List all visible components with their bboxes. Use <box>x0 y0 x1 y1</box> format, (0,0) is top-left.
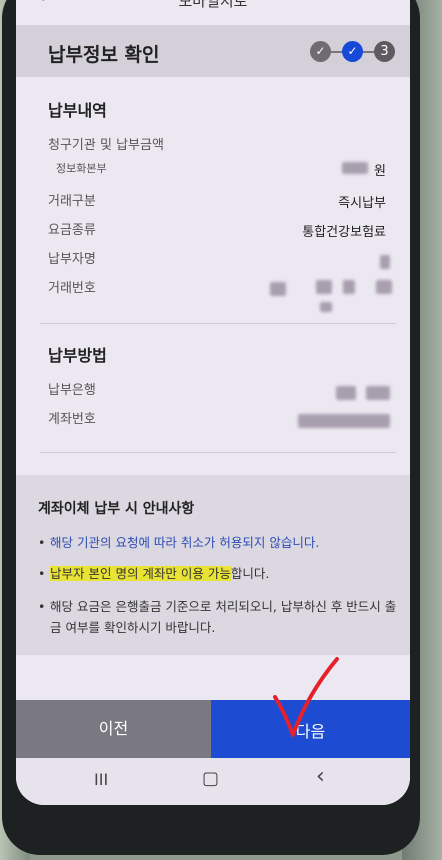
screen: ← 모바일지로 납부정보 확인 ✓ ✓ 3 납부내역 청구기관 및 납부금액 정… <box>16 0 410 805</box>
masked-amount <box>342 162 368 174</box>
payment-method-title: 납부방법 <box>48 346 107 365</box>
home-icon[interactable]: ▢ <box>202 768 219 789</box>
transaction-type-value: 즉시납부 <box>338 196 386 211</box>
notice-item-2: • 납부자 본인 명의 계좌만 이용 가능합니다. <box>38 563 398 584</box>
row-label-transaction-no: 거래번호 <box>48 281 96 296</box>
notice-title: 계좌이체 납부 시 안내사항 <box>38 501 195 517</box>
payment-details-title: 납부내역 <box>48 101 107 120</box>
bullet-icon: • <box>38 535 46 550</box>
app-title: 모바일지로 <box>178 0 248 10</box>
row-label-transaction-type: 거래구분 <box>48 194 96 209</box>
masked-bank-1 <box>336 386 356 400</box>
masked-payer-name <box>380 255 390 269</box>
masked-transaction-no-2 <box>316 280 332 294</box>
notice-item-1: • 해당 기관의 요청에 따라 취소가 허용되지 않습니다. <box>38 532 398 553</box>
page-title: 납부정보 확인 <box>48 44 160 66</box>
row-label-fee-type: 요금종류 <box>48 223 96 238</box>
row-label-account-no: 계좌번호 <box>48 412 96 427</box>
masked-transaction-no-3 <box>343 280 355 294</box>
stepper: ✓ ✓ 3 <box>310 41 396 63</box>
app-bar: ← 모바일지로 <box>16 0 410 20</box>
masked-bank-2 <box>366 386 390 400</box>
masked-account-no <box>298 414 390 428</box>
red-checkmark-annotation <box>273 657 339 737</box>
masked-transaction-no-4 <box>376 280 392 294</box>
step-2-check-icon: ✓ <box>342 41 363 62</box>
highlighted-text: 납부자 본인 명의 계좌만 이용 가능 <box>50 566 231 581</box>
prev-button[interactable]: 이전 <box>16 700 211 758</box>
title-bar: 납부정보 확인 ✓ ✓ 3 <box>16 25 410 77</box>
bullet-icon: • <box>38 566 46 581</box>
row-label-institution: 청구기관 및 납부금액 <box>48 138 164 153</box>
notice-item-3: • 해당 요금은 은행출금 기준으로 처리되오니, 납부하신 후 반드시 출금 여… <box>38 596 398 638</box>
step-3: 3 <box>374 41 395 62</box>
system-navbar: III ▢ ‹ <box>16 758 410 805</box>
step-1-check-icon: ✓ <box>310 41 331 62</box>
bottom-buttons: 이전 다음 <box>16 700 410 758</box>
bullet-icon: • <box>38 599 46 614</box>
masked-transaction-no-5 <box>320 302 332 312</box>
fee-type-value: 통합건강보험료 <box>302 225 386 240</box>
notice-box: 계좌이체 납부 시 안내사항 • 해당 기관의 요청에 따라 취소가 허용되지 않… <box>16 475 410 655</box>
divider <box>40 452 396 453</box>
masked-transaction-no-1 <box>270 282 286 296</box>
row-label-payer-name: 납부자명 <box>48 252 96 267</box>
row-label-bank: 납부은행 <box>48 383 96 398</box>
recent-apps-icon[interactable]: III <box>94 770 108 789</box>
divider <box>40 323 396 324</box>
back-icon[interactable]: ‹ <box>316 764 325 789</box>
amount-unit: 원 <box>374 164 386 179</box>
phone-frame: ← 모바일지로 납부정보 확인 ✓ ✓ 3 납부내역 청구기관 및 납부금액 정… <box>2 0 420 855</box>
row-label-org: 정보화본부 <box>56 162 107 175</box>
